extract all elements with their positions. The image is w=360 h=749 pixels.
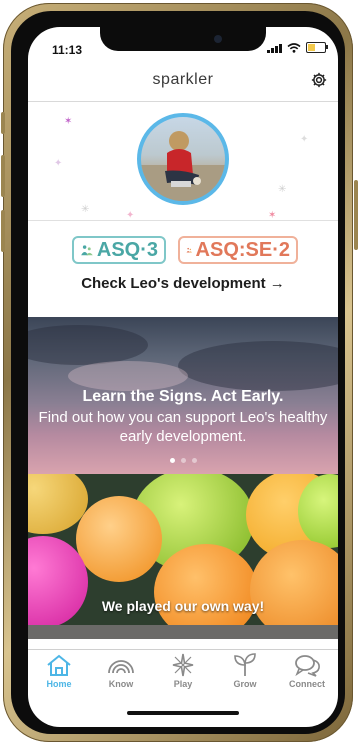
family-icon xyxy=(186,247,192,253)
signal-icon xyxy=(267,43,282,53)
tab-bar: Home Know Play Grow Connect xyxy=(28,649,338,694)
asq3-badge[interactable]: ASQ·3 xyxy=(72,236,166,264)
sparkle-decoration: ✶ xyxy=(64,116,73,127)
banner-caption: We played our own way! xyxy=(101,598,265,614)
mute-switch xyxy=(1,112,5,134)
asqse2-badge[interactable]: ASQ:SE·2 xyxy=(178,236,298,264)
played-our-way-banner[interactable]: We played our own way! xyxy=(28,474,338,639)
tab-know[interactable]: Know xyxy=(90,650,152,694)
ball-decoration xyxy=(76,496,162,582)
wifi-icon xyxy=(287,42,301,53)
carousel-dot[interactable] xyxy=(180,458,186,463)
cloud-decoration xyxy=(28,325,148,365)
carousel-dot[interactable] xyxy=(169,458,175,463)
home-indicator[interactable] xyxy=(127,711,239,715)
asq-section: ASQ·3 ASQ:SE·2 Check Leo's development → xyxy=(28,221,338,317)
profile-area: ✶ ✦ ✳ ✦ ✦ ✳ ✶ xyxy=(28,102,338,221)
sparkle-decoration: ✦ xyxy=(126,210,135,221)
carousel-dot[interactable] xyxy=(191,458,197,463)
check-development-link[interactable]: Check Leo's development → xyxy=(28,275,338,292)
sparkle-decoration: ✦ xyxy=(54,158,63,169)
banner-title: Learn the Signs. Act Early. xyxy=(82,388,284,405)
sparkle-icon xyxy=(172,653,194,677)
sparkle-decoration: ✶ xyxy=(268,210,277,221)
volume-down-button xyxy=(1,210,5,252)
avatar[interactable] xyxy=(137,113,229,205)
app-logo: sparkler xyxy=(152,71,214,88)
tab-grow-label: Grow xyxy=(233,679,257,689)
tab-play-label: Play xyxy=(173,679,193,689)
home-icon xyxy=(47,654,71,676)
asqse2-label: ASQ:SE·2 xyxy=(195,238,290,261)
sparkle-decoration: ✦ xyxy=(300,134,309,145)
status-icons xyxy=(267,42,328,53)
gear-icon[interactable] xyxy=(310,71,328,89)
child-photo xyxy=(141,131,225,201)
phone-screen: 11:13 sparkler ✶ ✦ ✳ ✦ ✦ ✳ ✶ ASQ·3 ASQ:S… xyxy=(28,27,338,727)
sprout-icon xyxy=(234,653,256,676)
tab-home-label: Home xyxy=(46,679,72,689)
tab-connect[interactable]: Connect xyxy=(276,650,338,694)
app-header: sparkler xyxy=(28,61,338,102)
rainbow-icon xyxy=(108,660,134,674)
cloud-decoration xyxy=(68,361,188,391)
carousel-dots xyxy=(28,458,338,463)
tab-home[interactable]: Home xyxy=(28,650,90,694)
status-time: 11:13 xyxy=(52,43,83,57)
notch xyxy=(100,27,266,51)
cloud-decoration xyxy=(178,341,338,391)
asq3-label: ASQ·3 xyxy=(96,238,158,261)
tab-connect-label: Connect xyxy=(289,679,325,689)
battery-icon xyxy=(306,42,328,53)
sparkle-decoration: ✳ xyxy=(278,184,287,195)
floor xyxy=(28,625,338,639)
tab-know-label: Know xyxy=(108,679,134,689)
family-icon xyxy=(81,245,93,256)
volume-up-button xyxy=(1,155,5,197)
tab-play[interactable]: Play xyxy=(152,650,214,694)
power-button xyxy=(354,180,358,250)
chat-bubbles-icon xyxy=(295,655,320,677)
camera-icon xyxy=(214,35,222,43)
tab-grow[interactable]: Grow xyxy=(214,650,276,694)
sparkle-decoration: ✳ xyxy=(81,204,90,215)
learn-signs-banner[interactable]: Learn the Signs. Act Early. Find out how… xyxy=(28,317,338,474)
banner-subtitle: Find out how you can support Leo's healt… xyxy=(38,409,328,445)
